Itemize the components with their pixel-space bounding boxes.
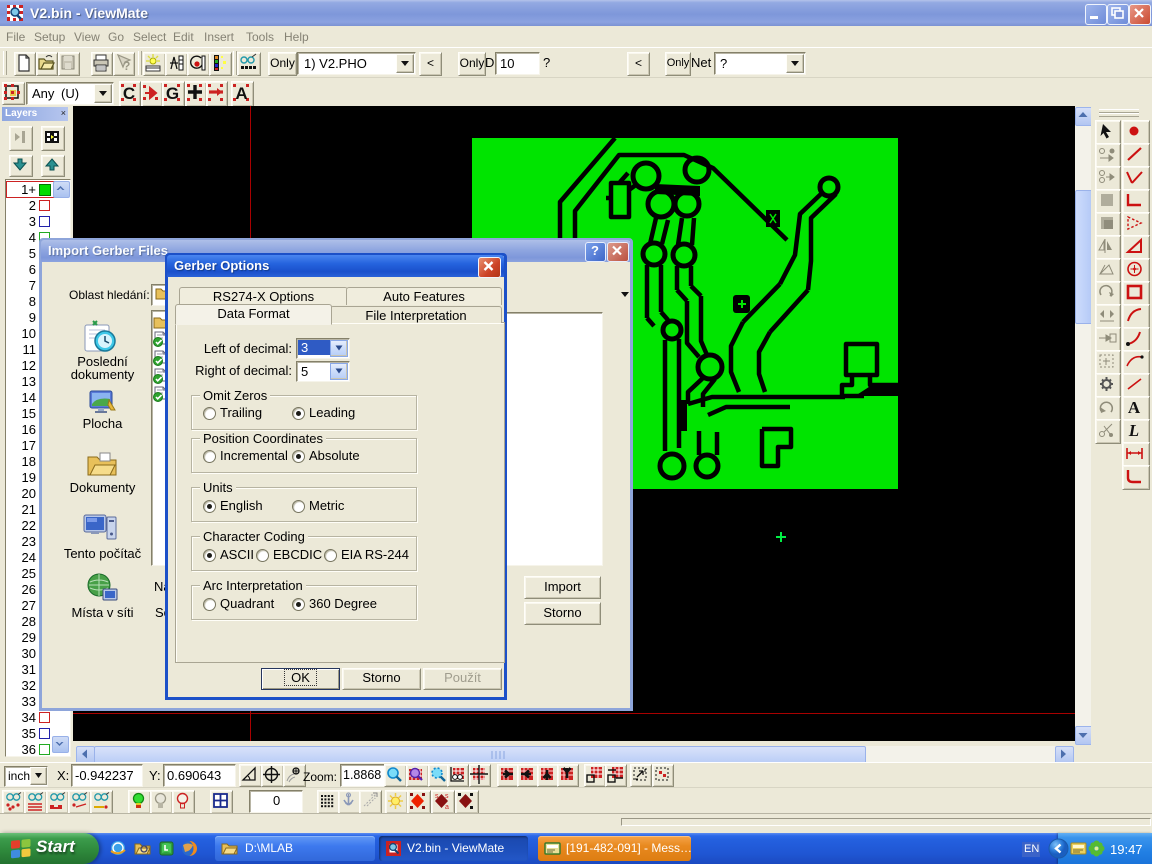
svg-text:s: s — [435, 793, 439, 800]
svg-text:L: L — [1128, 421, 1139, 440]
svg-text:C: C — [123, 84, 135, 103]
svg-text:s: s — [445, 793, 449, 800]
svg-text:G: G — [166, 84, 179, 103]
svg-text:?: ? — [123, 59, 130, 73]
svg-text:a: a — [445, 804, 449, 811]
svg-text:A: A — [1128, 398, 1141, 417]
svg-text:A: A — [235, 84, 247, 103]
